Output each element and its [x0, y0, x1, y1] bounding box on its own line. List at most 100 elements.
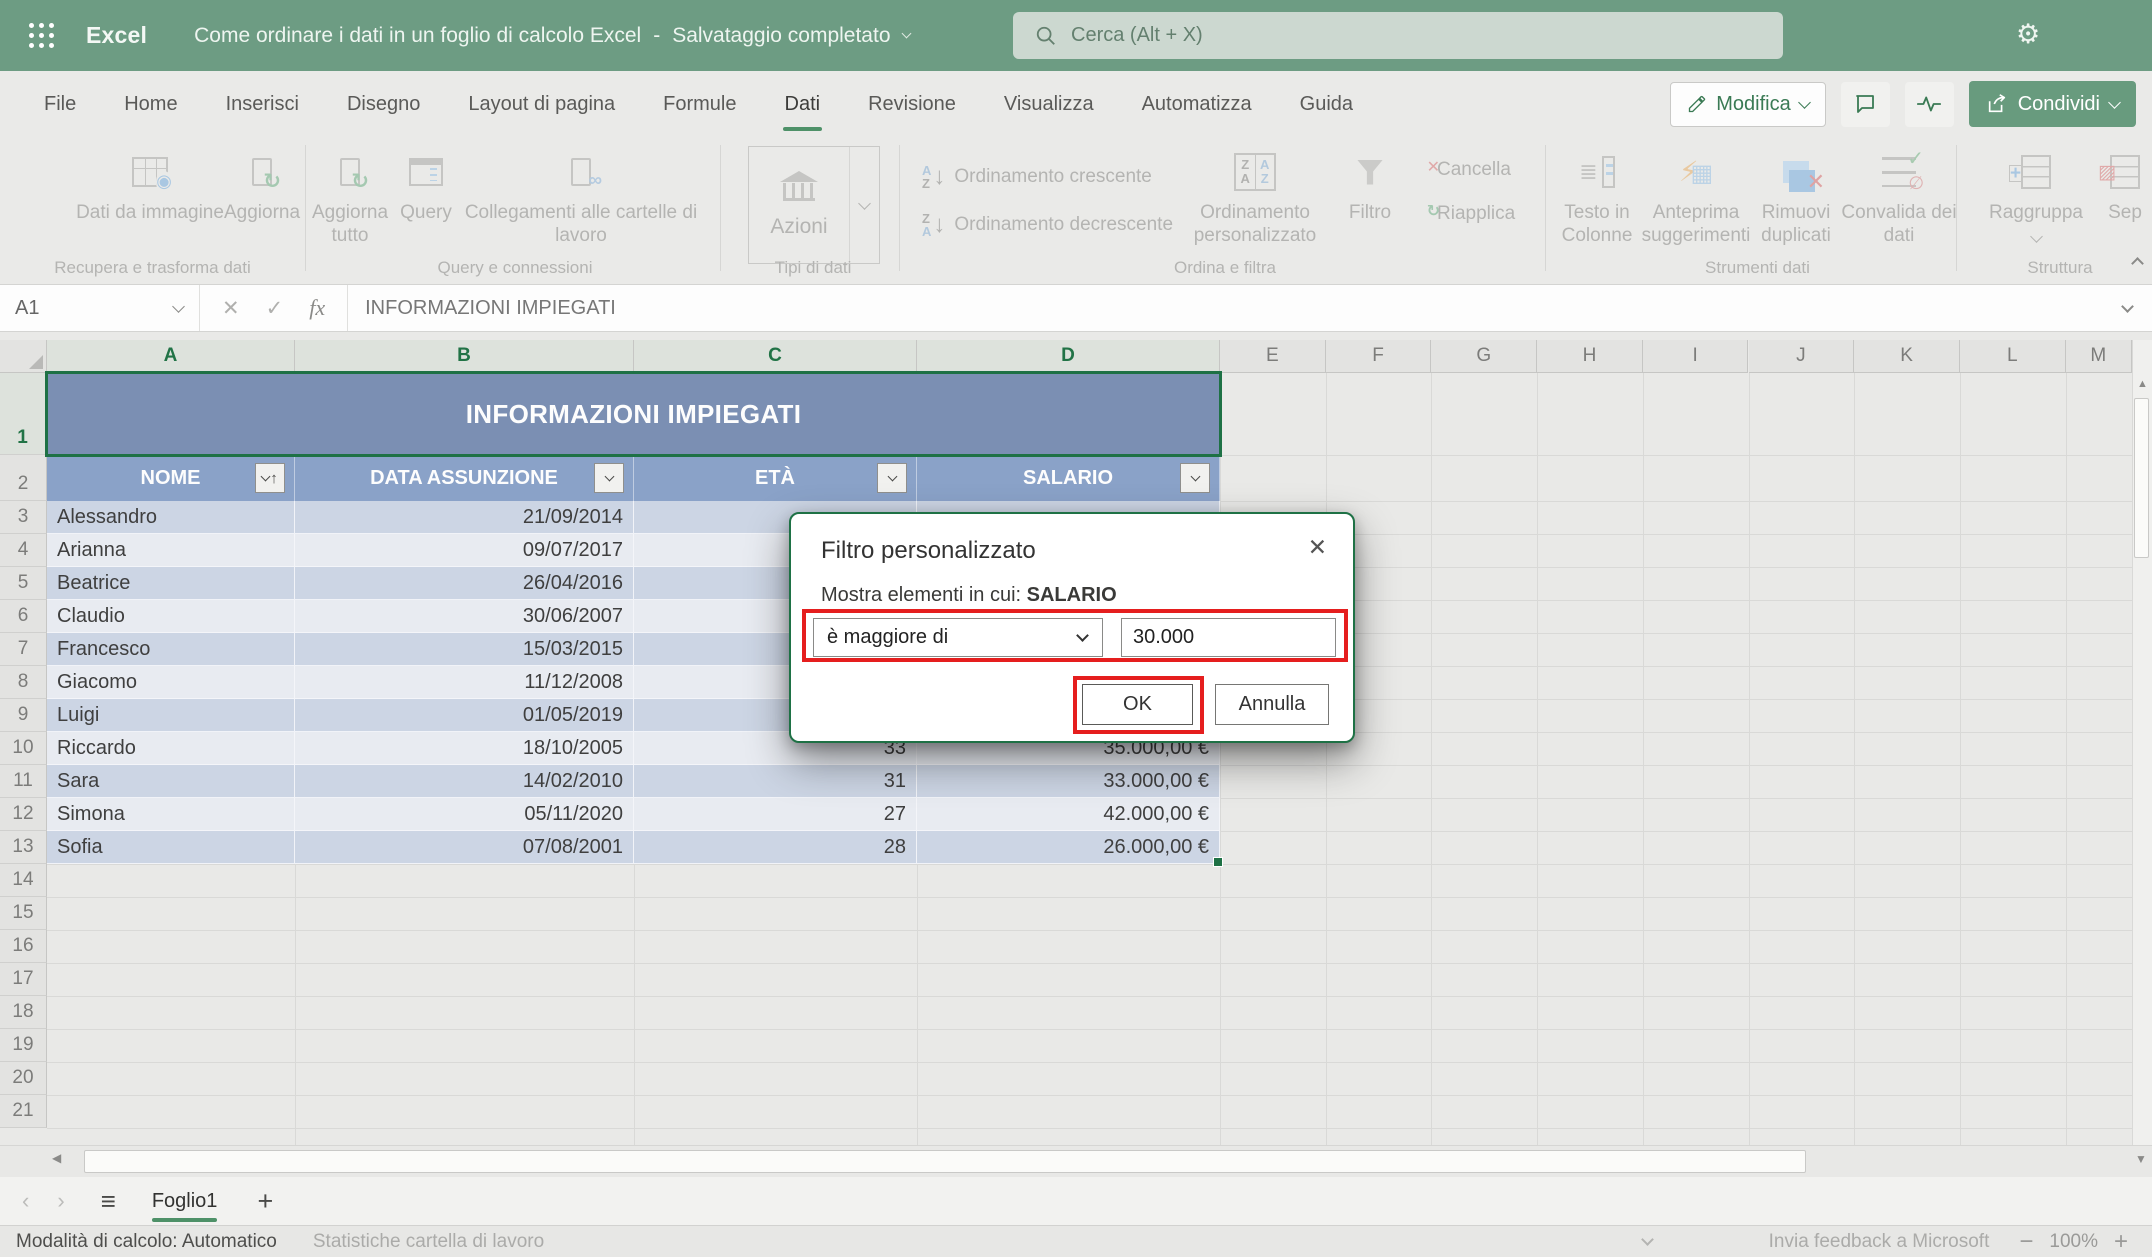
fill-handle[interactable]: [1213, 857, 1223, 867]
column-header-D[interactable]: D: [917, 340, 1220, 373]
column-header-H[interactable]: H: [1537, 340, 1643, 373]
row-header-12[interactable]: 12: [0, 798, 47, 831]
cell-B12[interactable]: 05/11/2020: [295, 798, 634, 831]
search-box[interactable]: [1013, 12, 1783, 59]
select-all-corner[interactable]: [0, 340, 47, 373]
tab-disegno[interactable]: Disegno: [323, 71, 444, 137]
row-header-21[interactable]: 21: [0, 1095, 47, 1128]
calc-mode-status[interactable]: Modalità di calcolo: Automatico: [16, 1231, 277, 1253]
ok-button[interactable]: OK: [1082, 684, 1193, 725]
insert-function-icon[interactable]: fx: [309, 295, 325, 321]
filter-dropdown-salario[interactable]: [1180, 463, 1210, 493]
cell-B5[interactable]: 26/04/2016: [295, 567, 634, 600]
tab-formule[interactable]: Formule: [639, 71, 760, 137]
cell-B13[interactable]: 07/08/2001: [295, 831, 634, 864]
filter-dropdown-età[interactable]: [877, 463, 907, 493]
cell-A13[interactable]: Sofia: [47, 831, 295, 864]
column-header-J[interactable]: J: [1749, 340, 1855, 373]
zoom-out-button[interactable]: −: [2019, 1228, 2033, 1256]
cell-A7[interactable]: Francesco: [47, 633, 295, 666]
workbook-stats-status[interactable]: Statistiche cartella di lavoro: [313, 1231, 544, 1253]
ribbon-button-ordinamento-crescente[interactable]: AZ↓ Ordinamento crescente: [922, 163, 1152, 191]
row-header-3[interactable]: 3: [0, 501, 47, 534]
ribbon-button-collegamenti[interactable]: Collegamenti alle cartelle di lavoro: [446, 146, 716, 248]
ribbon-button-filtro[interactable]: Filtro: [1322, 146, 1418, 225]
table-header-età[interactable]: ETÀ: [634, 455, 917, 501]
tab-visualizza[interactable]: Visualizza: [980, 71, 1118, 137]
ribbon-button-azioni[interactable]: Azioni: [748, 146, 880, 264]
ribbon-button-raggruppa[interactable]: Raggruppa: [1975, 146, 2097, 248]
cell-A3[interactable]: Alessandro: [47, 501, 295, 534]
tab-layout-di-pagina[interactable]: Layout di pagina: [444, 71, 639, 137]
tab-inserisci[interactable]: Inserisci: [202, 71, 323, 137]
row-header-19[interactable]: 19: [0, 1029, 47, 1062]
horizontal-scrollbar[interactable]: ◀: [0, 1145, 2152, 1177]
sheet-list-menu-icon[interactable]: ≡: [101, 1186, 116, 1217]
table-header-salario[interactable]: SALARIO: [917, 455, 1220, 501]
dialog-close-icon[interactable]: ✕: [1308, 534, 1327, 561]
row-header-8[interactable]: 8: [0, 666, 47, 699]
confirm-entry-icon[interactable]: ✓: [266, 296, 284, 321]
row-header-13[interactable]: 13: [0, 831, 47, 864]
row-header-10[interactable]: 10: [0, 732, 47, 765]
ribbon-button-cancella[interactable]: ✕ Cancella: [1428, 159, 1511, 181]
row-header-7[interactable]: 7: [0, 633, 47, 666]
document-title[interactable]: Come ordinare i dati in un foglio di cal…: [194, 24, 909, 48]
column-header-C[interactable]: C: [634, 340, 917, 373]
ribbon-button-convalida-dati[interactable]: Convalida dei dati: [1840, 146, 1958, 248]
ribbon-button-separa[interactable]: Sep: [2090, 146, 2152, 225]
column-header-F[interactable]: F: [1326, 340, 1432, 373]
column-header-E[interactable]: E: [1220, 340, 1326, 373]
cell-B6[interactable]: 30/06/2007: [295, 600, 634, 633]
add-sheet-button[interactable]: +: [257, 1186, 273, 1217]
next-sheet-icon[interactable]: ›: [57, 1188, 64, 1214]
cell-A9[interactable]: Luigi: [47, 699, 295, 732]
editing-mode-button[interactable]: Modifica: [1670, 82, 1825, 127]
cancel-button[interactable]: Annulla: [1215, 684, 1329, 725]
collapse-ribbon-button[interactable]: [2133, 255, 2142, 273]
tab-guida[interactable]: Guida: [1276, 71, 1377, 137]
vertical-scrollbar-thumb[interactable]: [2134, 398, 2149, 558]
column-header-B[interactable]: B: [295, 340, 634, 373]
column-header-K[interactable]: K: [1854, 340, 1960, 373]
cell-A6[interactable]: Claudio: [47, 600, 295, 633]
expand-formula-bar-icon[interactable]: [2121, 300, 2134, 313]
search-input[interactable]: [1071, 24, 1671, 47]
row-header-9[interactable]: 9: [0, 699, 47, 732]
zoom-level[interactable]: 100%: [2049, 1231, 2098, 1253]
tab-file[interactable]: File: [20, 71, 100, 137]
scroll-down-icon[interactable]: ▼: [2135, 1152, 2147, 1166]
filter-dropdown-data-assunzione[interactable]: [594, 463, 624, 493]
cell-C12[interactable]: 27: [634, 798, 917, 831]
cell-B4[interactable]: 09/07/2017: [295, 534, 634, 567]
row-header-20[interactable]: 20: [0, 1062, 47, 1095]
table-header-data-assunzione[interactable]: DATA ASSUNZIONE: [295, 455, 634, 501]
azioni-dropdown[interactable]: [849, 147, 879, 263]
cell-B10[interactable]: 18/10/2005: [295, 732, 634, 765]
name-box[interactable]: A1: [0, 285, 200, 331]
column-header-I[interactable]: I: [1643, 340, 1749, 373]
cell-A11[interactable]: Sara: [47, 765, 295, 798]
row-header-11[interactable]: 11: [0, 765, 47, 798]
cell-D12[interactable]: 42.000,00 €: [917, 798, 1220, 831]
tab-home[interactable]: Home: [100, 71, 201, 137]
row-header-5[interactable]: 5: [0, 567, 47, 600]
filter-value-input[interactable]: [1121, 618, 1336, 657]
filter-operator-select[interactable]: è maggiore di: [813, 618, 1103, 657]
cell-B8[interactable]: 11/12/2008: [295, 666, 634, 699]
chevron-down-icon[interactable]: [1641, 1233, 1654, 1246]
table-header-nome[interactable]: NOME↑: [47, 455, 295, 501]
row-header-16[interactable]: 16: [0, 930, 47, 963]
row-header-6[interactable]: 6: [0, 600, 47, 633]
cell-A10[interactable]: Riccardo: [47, 732, 295, 765]
previous-sheet-icon[interactable]: ‹: [22, 1188, 29, 1214]
ribbon-button-riapplica[interactable]: ↻ Riapplica: [1428, 203, 1515, 225]
sheet-tab-foglio1[interactable]: Foglio1: [152, 1177, 218, 1225]
ribbon-button-rimuovi-duplicati[interactable]: Rimuovi duplicati: [1740, 146, 1852, 248]
cell-A8[interactable]: Giacomo: [47, 666, 295, 699]
app-launcher-waffle-icon[interactable]: [29, 23, 55, 49]
share-button[interactable]: Condividi: [1969, 81, 2136, 127]
cell-B11[interactable]: 14/02/2010: [295, 765, 634, 798]
cell-B7[interactable]: 15/03/2015: [295, 633, 634, 666]
tab-revisione[interactable]: Revisione: [844, 71, 980, 137]
